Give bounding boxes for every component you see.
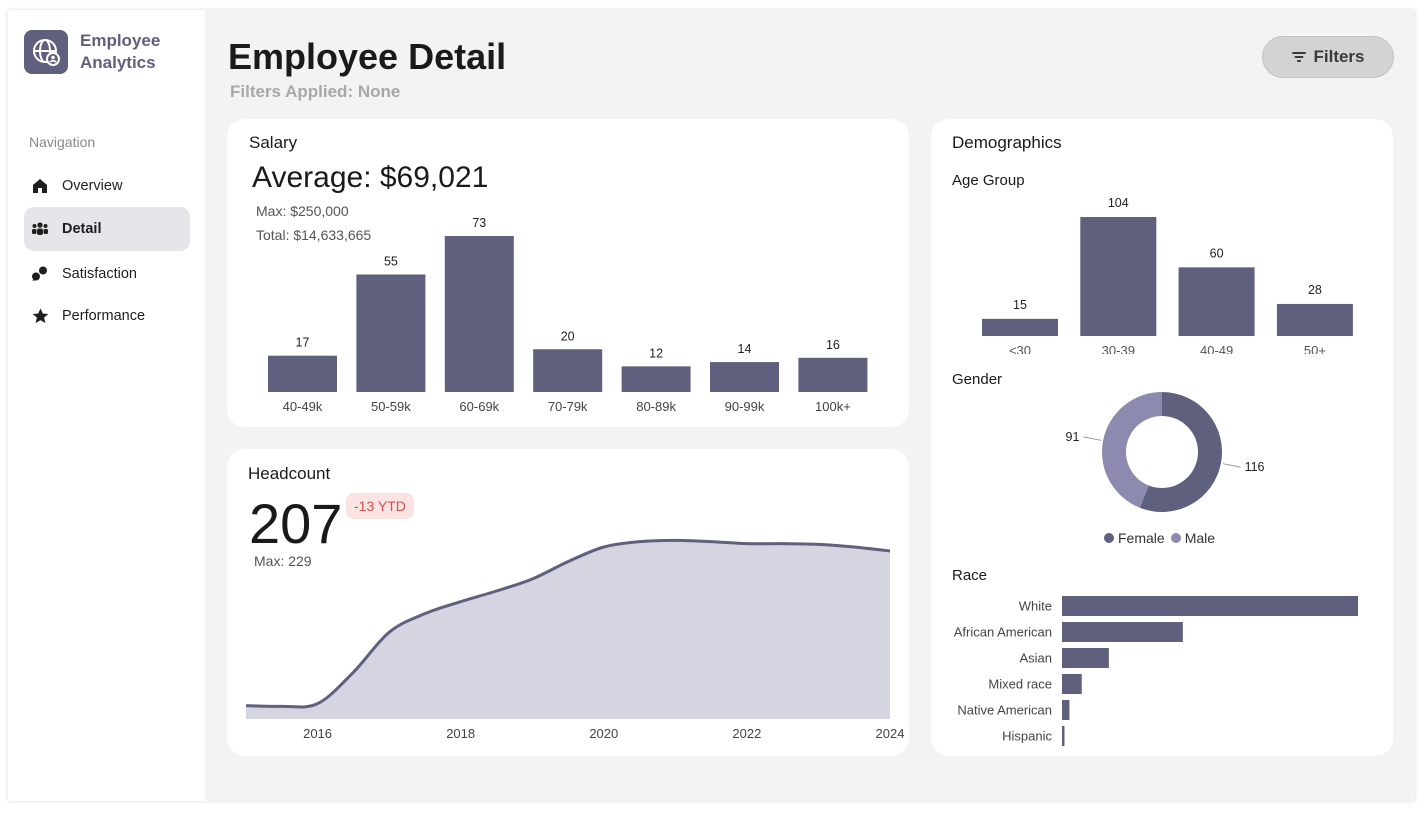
race-bar <box>1062 700 1070 720</box>
race-bar <box>1062 648 1109 668</box>
salary-bar-value: 16 <box>826 338 840 352</box>
page-title: Employee Detail <box>228 36 507 77</box>
nav-header: Navigation <box>29 134 96 150</box>
gender-legend: Female Male <box>1104 530 1221 546</box>
gender-value-label: 91 <box>1066 430 1080 444</box>
nav-item-performance[interactable]: Performance <box>24 294 190 338</box>
age-bar-value: 15 <box>1013 298 1027 312</box>
salary-card: Salary Average: $69,021 Max: $250,000 To… <box>227 119 909 427</box>
salary-tick-label: 100k+ <box>815 399 851 414</box>
legend-entry-female[interactable]: Female <box>1104 530 1165 546</box>
salary-tick-label: 60-69k <box>459 399 499 414</box>
sidebar: Employee Analytics Navigation Overview D… <box>8 10 205 801</box>
brand-name: Employee Analytics <box>80 30 160 74</box>
headcount-card: Headcount 207 -13 YTD Max: 229 2016 2018 2… <box>227 449 909 756</box>
race-tick-label: Mixed race <box>988 677 1052 692</box>
race-bar <box>1062 674 1082 694</box>
salary-bar-value: 55 <box>384 254 398 268</box>
headcount-area <box>246 540 890 719</box>
race-bar <box>1062 596 1358 616</box>
age-bar <box>982 318 1058 336</box>
salary-bar <box>798 357 868 392</box>
race-tick-label: White <box>1019 599 1052 614</box>
race-tick-label: Asian <box>1019 651 1052 666</box>
brand-line1: Employee <box>80 31 161 50</box>
age-tick-label: 50+ <box>1304 343 1326 354</box>
app-window: Employee Analytics Navigation Overview D… <box>8 10 1415 801</box>
nav-item-label: Performance <box>62 308 146 324</box>
gender-leader-line <box>1083 436 1102 441</box>
salary-bar <box>621 366 691 392</box>
headcount-tick-label: 2018 <box>446 726 475 741</box>
legend-entry-male[interactable]: Male <box>1170 530 1216 546</box>
people-icon <box>30 219 50 239</box>
race-bar-chart: White African American Asian Mixed race Nati… <box>954 596 1358 746</box>
race-bar <box>1062 622 1183 642</box>
nav-item-overview[interactable]: Overview <box>24 164 190 208</box>
salary-bar-value: 73 <box>472 216 486 230</box>
salary-bar <box>533 349 603 392</box>
salary-tick-label: 70-79k <box>548 399 588 414</box>
headcount-tick-label: 2016 <box>303 726 332 741</box>
salary-bar-value: 20 <box>561 329 575 343</box>
salary-bar-chart: 17 40-49k 55 50-59k 73 60-69k 20 70-79k 12 80-89k… <box>268 216 868 414</box>
nav-item-label: Satisfaction <box>62 266 137 282</box>
salary-tick-label: 40-49k <box>283 399 323 414</box>
headcount-tick-label: 2024 <box>876 726 905 741</box>
headcount-tick-label: 2022 <box>732 726 761 741</box>
salary-bar <box>356 274 426 392</box>
legend-label: Female <box>1118 530 1165 546</box>
nav-item-detail[interactable]: Detail <box>24 207 190 251</box>
headcount-tick-label: 2020 <box>589 726 618 741</box>
age-bar <box>1178 267 1255 336</box>
home-icon <box>30 176 50 196</box>
legend-label: Male <box>1184 530 1216 546</box>
chat-icon <box>30 264 50 284</box>
gender-donut-chart: 116 91 <box>1066 392 1265 512</box>
filters-label: Filters <box>1313 47 1365 66</box>
salary-tick-label: 80-89k <box>636 399 676 414</box>
salary-tick-label: 90-99k <box>725 399 765 414</box>
salary-bar-value: 14 <box>738 342 752 356</box>
male-dot-icon <box>1170 533 1181 543</box>
race-tick-label: Native American <box>957 703 1052 718</box>
race-tick-label: African American <box>954 625 1052 640</box>
age-bar-value: 28 <box>1308 283 1322 297</box>
age-bar <box>1080 217 1157 336</box>
female-dot-icon <box>1104 533 1114 543</box>
age-group-bar-chart: 15 <30 104 30-39 60 40-49 28 50+ <box>982 196 1353 354</box>
nav-item-label: Overview <box>62 178 123 194</box>
salary-bar <box>444 236 514 392</box>
gender-value-label: 116 <box>1245 460 1265 474</box>
race-bar <box>1062 726 1065 746</box>
brand[interactable]: Employee Analytics <box>24 30 160 74</box>
salary-bar <box>268 355 337 392</box>
globe-logo-icon <box>24 30 68 74</box>
brand-line2: Analytics <box>80 53 156 72</box>
age-bar <box>1276 303 1353 336</box>
salary-bar <box>710 362 779 392</box>
salary-bar-value: 12 <box>649 346 663 360</box>
headcount-area-chart: 2016 2018 2020 2022 2024 <box>245 538 905 741</box>
nav-item-label: Detail <box>62 221 102 237</box>
age-tick-label: <30 <box>1009 343 1031 354</box>
nav-item-satisfaction[interactable]: Satisfaction <box>24 252 190 296</box>
age-tick-label: 30-39 <box>1102 343 1135 354</box>
race-tick-label: Hispanic <box>1002 729 1052 744</box>
filters-button[interactable]: Filters <box>1262 36 1394 78</box>
filters-applied-text: Filters Applied: None <box>230 82 401 101</box>
demographics-card: Demographics Age Group Gender Race 15 <30… <box>931 119 1393 756</box>
age-bar-value: 60 <box>1210 246 1224 260</box>
salary-tick-label: 50-59k <box>371 399 411 414</box>
star-icon <box>30 306 50 326</box>
age-tick-label: 40-49 <box>1200 343 1233 354</box>
gender-leader-line <box>1222 463 1241 468</box>
age-bar-value: 104 <box>1108 196 1129 210</box>
filter-icon <box>1291 50 1307 64</box>
salary-bar-value: 17 <box>296 336 310 350</box>
